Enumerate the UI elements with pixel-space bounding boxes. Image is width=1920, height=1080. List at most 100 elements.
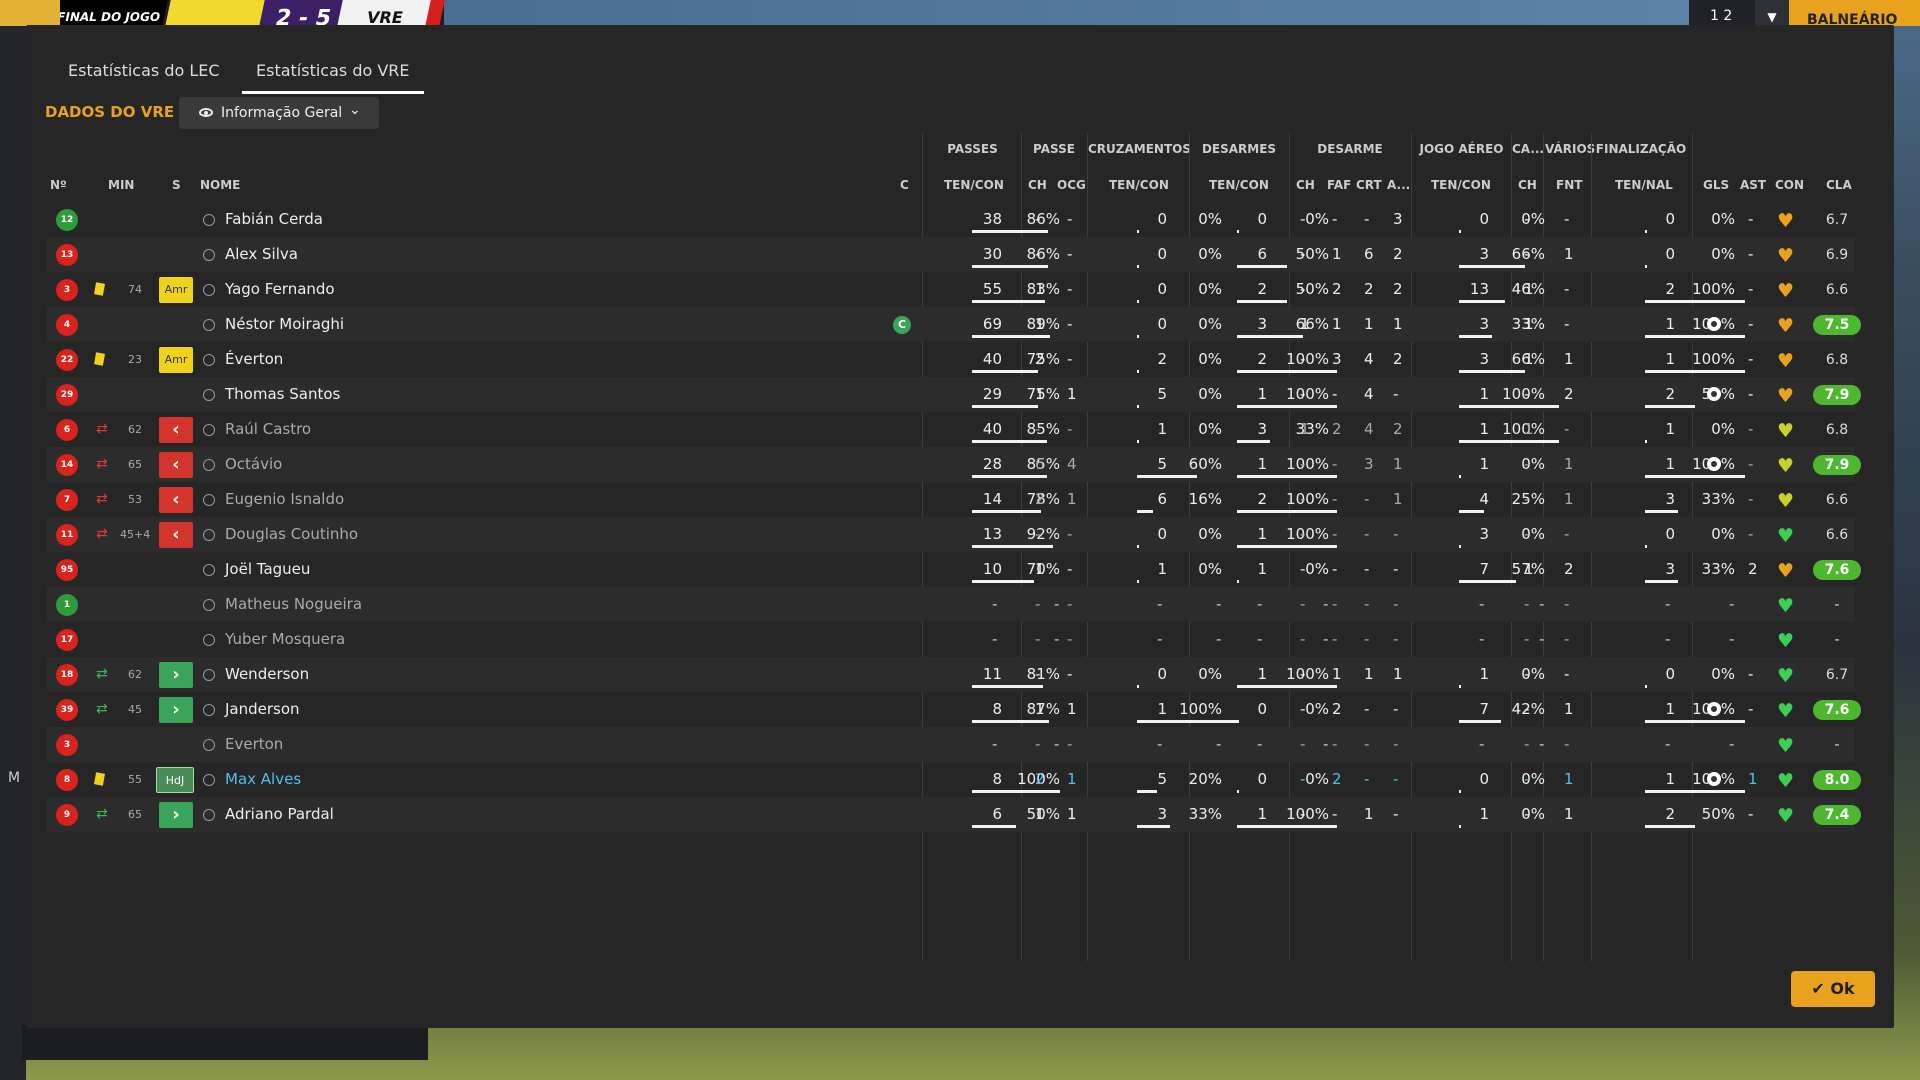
eye-icon [199, 108, 213, 117]
table-row[interactable]: 4 Néstor Moiraghi C 69 89% 1-0 0% 3 66% 1 1 1 1 3 33% 1… [47, 307, 1861, 342]
view-dropdown[interactable]: Informação Geral ⌄ [179, 97, 379, 129]
aereo-ch: - [1524, 770, 1530, 788]
table-row[interactable]: 22 23 Amr Éverton 40 75% 2-2 0% 2 100% -3 4 2 3 66% 1 1 1… [47, 342, 1855, 377]
column-header-des-tc[interactable]: TEN/CON [1209, 178, 1269, 194]
column-header-ocg[interactable]: OCG [1057, 178, 1086, 194]
person-icon [203, 669, 215, 681]
desarme-a: - [1393, 525, 1399, 543]
minutes-played: 65 [128, 458, 142, 471]
desarmes-bar [1237, 265, 1287, 268]
column-header-ch[interactable]: CH [1028, 178, 1047, 194]
person-icon [203, 354, 215, 366]
desarmes-bar [1237, 510, 1337, 513]
minutes-played: 55 [128, 773, 142, 786]
jogo_aereo-percentage: 0% [1521, 805, 1545, 823]
cruz-attempts: 0 [1157, 280, 1167, 298]
column-header-d-ch[interactable]: CH [1296, 178, 1315, 194]
player-rating: - [1834, 737, 1840, 753]
desarme-faf: - [1332, 595, 1338, 613]
dressing-room-button[interactable]: BALNEÁRIO [1789, 0, 1920, 26]
empty-value: - [1323, 630, 1329, 648]
varios-fnt: 1 [1564, 490, 1574, 508]
desarmes-bar [1237, 370, 1337, 373]
desarme-ch: - [1300, 455, 1306, 473]
table-row[interactable]: 14⇄65‹Octávio2885%64560%1100%--3110%-111… [47, 447, 1861, 482]
table-row[interactable]: 13 Alex Silva 30 86% - -0 0% 6 50% -1 6 2 3 66% -1 0 0% -… [47, 237, 1855, 272]
table-row[interactable]: 7 ⇄ 53 ‹ Eugenio Isnaldo 14 78% 2 1 6 16% 2 100% - - -1… [47, 482, 1855, 517]
column-header-ja-tc[interactable]: TEN/CON [1431, 178, 1491, 194]
condition-heart-icon: ♥ [1777, 280, 1795, 302]
column-header-num[interactable]: Nº [50, 178, 67, 194]
final-percentage: 0% [1711, 210, 1735, 228]
aereo-ch: - [1524, 630, 1530, 648]
column-header-pas-tc[interactable]: TEN/CON [944, 178, 1004, 194]
condition-heart-icon: ♥ [1777, 735, 1795, 757]
sub-in-icon: ⇄ [96, 806, 108, 822]
desarmes-bar [1237, 545, 1337, 548]
final-bar [1645, 720, 1745, 723]
jogo_aereo-bar [1459, 440, 1559, 443]
empty-value: - [1157, 735, 1163, 753]
cruz-bar [1137, 300, 1139, 303]
player-name: Yuber Mosquera [225, 630, 346, 648]
cruz-bar [1137, 685, 1139, 688]
table-row[interactable]: 6 ⇄ 62 ‹ Raúl Castro 40 85% - -1 0% 3 33% 1 2 4 2 1 100% 1… [47, 412, 1855, 447]
table-row[interactable]: 95 Joël Tagueu 10 70% 1-1 0% 1 0% - - - -7 57% 1 2 3 33%… [47, 552, 1861, 587]
column-header-faf[interactable]: FAF [1327, 178, 1351, 194]
column-header-cla[interactable]: CLA [1826, 178, 1852, 194]
passes-bar [972, 545, 1053, 548]
passe-ch: 1 [1035, 805, 1045, 823]
person-icon [203, 634, 215, 646]
column-header-c[interactable]: C [900, 178, 909, 194]
condition-heart-icon: ♥ [1777, 595, 1795, 617]
tab-lec-stats[interactable]: Estatísticas do LEC [68, 44, 233, 94]
column-header-gls[interactable]: GLS [1703, 178, 1729, 194]
column-header-a[interactable]: A... [1387, 178, 1410, 194]
table-row[interactable]: 11 ⇄ 45+4 ‹ Douglas Coutinho 13 92% - -0 0% 1 100% -… [47, 517, 1855, 552]
table-row[interactable]: 17 Yuber Mosquera - - - - - - - - - - - - - - - - - - ♥ - [47, 622, 1855, 657]
final-bar [1645, 440, 1647, 443]
table-row[interactable]: 1 Matheus Nogueira - - - - - - - - - - - - - - - - - - ♥ - [47, 587, 1855, 622]
tab-vre-stats[interactable]: Estatísticas do VRE [242, 44, 424, 94]
desarme-faf: - [1332, 455, 1338, 473]
column-header-fnt[interactable]: FNT [1556, 178, 1582, 194]
table-row[interactable]: 8 55 HdJ Max Alves 8 100% 2 1 5 20% 0 0% -2- -0 0% -1 1 1… [47, 762, 1861, 797]
table-row[interactable]: 9 ⇄ 65 › Adriano Pardal 6 50% 1 1 3 33% 1 100% - -1-1 0… [47, 797, 1861, 832]
passe-ch: 1 [1035, 700, 1045, 718]
desarme-faf: - [1332, 385, 1338, 403]
goal-ball-icon [1707, 317, 1721, 331]
ok-button[interactable]: ✔ Ok [1791, 971, 1875, 1007]
aereo-ch: 1 [1524, 350, 1534, 368]
jogo_aereo-attempts: 1 [1479, 665, 1489, 683]
condition-heart-icon: ♥ [1777, 315, 1795, 337]
column-header-s[interactable]: S [172, 178, 181, 194]
table-row[interactable]: 12 Fabián Cerda 38 86% - -0 0% 0 0% - - -3 0 0% - -0 0% -… [47, 202, 1855, 237]
column-header-nome[interactable]: NOME [200, 178, 240, 194]
passes-bar [972, 370, 1038, 373]
table-row[interactable]: 3 Everton - - - - - - - - - - - - - - - - - - ♥ - [47, 727, 1855, 762]
desarme-crt: - [1364, 490, 1370, 508]
table-row[interactable]: 39 ⇄ 45 › Janderson 8 87% 1 1 1 100% 0 0% -2- -7 42% -1 1… [47, 692, 1861, 727]
table-row[interactable]: 18 ⇄ 62 › Wenderson 11 81% - -0 0% 1 100% -1 1 1 1 0% - -0… [47, 657, 1855, 692]
column-header-ast[interactable]: AST [1740, 178, 1766, 194]
final-attempts: 0 [1665, 665, 1675, 683]
desarme-a: - [1393, 700, 1399, 718]
jogo_aereo-percentage: 25% [1511, 490, 1545, 508]
stadium-strip [444, 0, 1689, 26]
varios-fnt: 1 [1564, 455, 1574, 473]
column-header-ca-ch[interactable]: CH [1518, 178, 1537, 194]
passe-ocg: - [1067, 315, 1073, 333]
subbed-off-icon: ‹ [159, 417, 193, 443]
sub-out-icon: ⇄ [96, 456, 108, 472]
desarme-crt: 1 [1364, 805, 1374, 823]
desarme-faf: 2 [1332, 770, 1342, 788]
column-header-con[interactable]: CON [1775, 178, 1804, 194]
empty-value: - [1054, 595, 1060, 613]
column-header-crt[interactable]: CRT [1356, 178, 1382, 194]
table-row[interactable]: 29 Thomas Santos 29 75% 1 1 5 0% 1 100% - -4-1 100% -… [47, 377, 1861, 412]
chevron-down-icon[interactable]: ▼ [1755, 0, 1789, 26]
column-header-min[interactable]: MIN [108, 178, 134, 194]
column-header-cru-tc[interactable]: TEN/CON [1109, 178, 1169, 194]
column-header-fin-tn[interactable]: TEN/NAL [1615, 178, 1673, 194]
table-row[interactable]: 3 74 Amr Yago Fernando 55 83% 1-0 0% 2 50% -2 2 2 13 4… [47, 272, 1855, 307]
